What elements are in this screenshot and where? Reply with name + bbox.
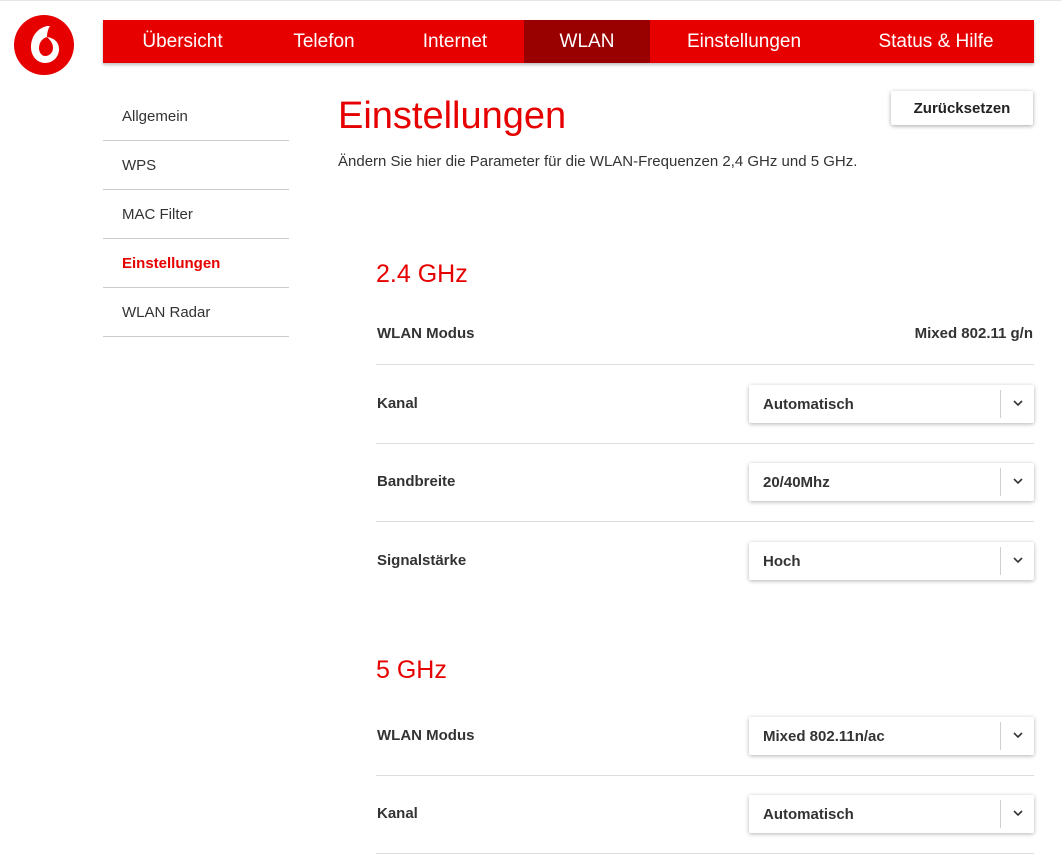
- chevron-down-icon: [1013, 400, 1023, 407]
- chevron-down-icon: [1013, 478, 1023, 485]
- row-24-bandbreite: Bandbreite 20/40Mhz: [376, 444, 1034, 522]
- sidebar: Allgemein WPS MAC Filter Einstellungen W…: [103, 92, 289, 337]
- row-5-wlan-modus: WLAN Modus Mixed 802.11n/ac: [376, 697, 1034, 776]
- section-title-5ghz: 5 GHz: [376, 656, 447, 684]
- bandbreite-select-24[interactable]: 20/40Mhz: [749, 463, 1034, 501]
- reset-button[interactable]: Zurücksetzen: [891, 91, 1033, 125]
- nav-status-hilfe[interactable]: Status & Hilfe: [838, 20, 1034, 63]
- sidebar-item-mac-filter[interactable]: MAC Filter: [103, 190, 289, 239]
- sidebar-item-wlan-radar[interactable]: WLAN Radar: [103, 288, 289, 337]
- select-divider: [1000, 547, 1001, 575]
- kanal-select-5[interactable]: Automatisch: [749, 795, 1034, 833]
- kanal-select-24[interactable]: Automatisch: [749, 385, 1034, 423]
- top-divider: [0, 0, 1061, 1]
- row-label: WLAN Modus: [377, 727, 475, 744]
- select-divider: [1000, 800, 1001, 828]
- select-value: Automatisch: [763, 396, 854, 413]
- sidebar-item-wps[interactable]: WPS: [103, 141, 289, 190]
- row-24-wlan-modus: WLAN Modus Mixed 802.11 g/n: [376, 310, 1034, 365]
- row-label: Kanal: [377, 805, 418, 822]
- row-24-kanal: Kanal Automatisch: [376, 365, 1034, 444]
- chevron-down-icon: [1013, 732, 1023, 739]
- row-label: Signalstärke: [377, 552, 467, 569]
- select-value: 20/40Mhz: [763, 474, 830, 491]
- select-divider: [1000, 468, 1001, 496]
- nav-wlan[interactable]: WLAN: [524, 20, 650, 63]
- row-5-kanal: Kanal Automatisch: [376, 776, 1034, 854]
- row-label: Kanal: [377, 395, 418, 412]
- chevron-down-icon: [1013, 810, 1023, 817]
- select-divider: [1000, 722, 1001, 750]
- wlan-modus-select-5[interactable]: Mixed 802.11n/ac: [749, 717, 1034, 755]
- select-value: Automatisch: [763, 806, 854, 823]
- nav-einstellungen[interactable]: Einstellungen: [650, 20, 838, 63]
- select-value: Mixed 802.11n/ac: [763, 728, 885, 745]
- select-divider: [1000, 390, 1001, 418]
- page-title: Einstellungen: [338, 95, 567, 137]
- sidebar-item-einstellungen[interactable]: Einstellungen: [103, 239, 289, 288]
- main-nav: Übersicht Telefon Internet WLAN Einstell…: [103, 20, 1034, 63]
- vodafone-logo[interactable]: [14, 15, 74, 75]
- row-label: Bandbreite: [377, 473, 456, 490]
- row-label: WLAN Modus: [377, 325, 475, 342]
- section-title-2-4ghz: 2.4 GHz: [376, 260, 468, 288]
- sidebar-item-allgemein[interactable]: Allgemein: [103, 92, 289, 141]
- row-24-signalstaerke: Signalstärke Hoch: [376, 522, 1034, 599]
- chevron-down-icon: [1013, 557, 1023, 564]
- signalstaerke-select-24[interactable]: Hoch: [749, 542, 1034, 580]
- nav-uebersicht[interactable]: Übersicht: [103, 20, 262, 63]
- nav-telefon[interactable]: Telefon: [262, 20, 386, 63]
- page-intro: Ändern Sie hier die Parameter für die WL…: [338, 153, 858, 170]
- select-value: Hoch: [763, 553, 801, 570]
- nav-internet[interactable]: Internet: [386, 20, 524, 63]
- wlan-modus-value: Mixed 802.11 g/n: [914, 325, 1033, 342]
